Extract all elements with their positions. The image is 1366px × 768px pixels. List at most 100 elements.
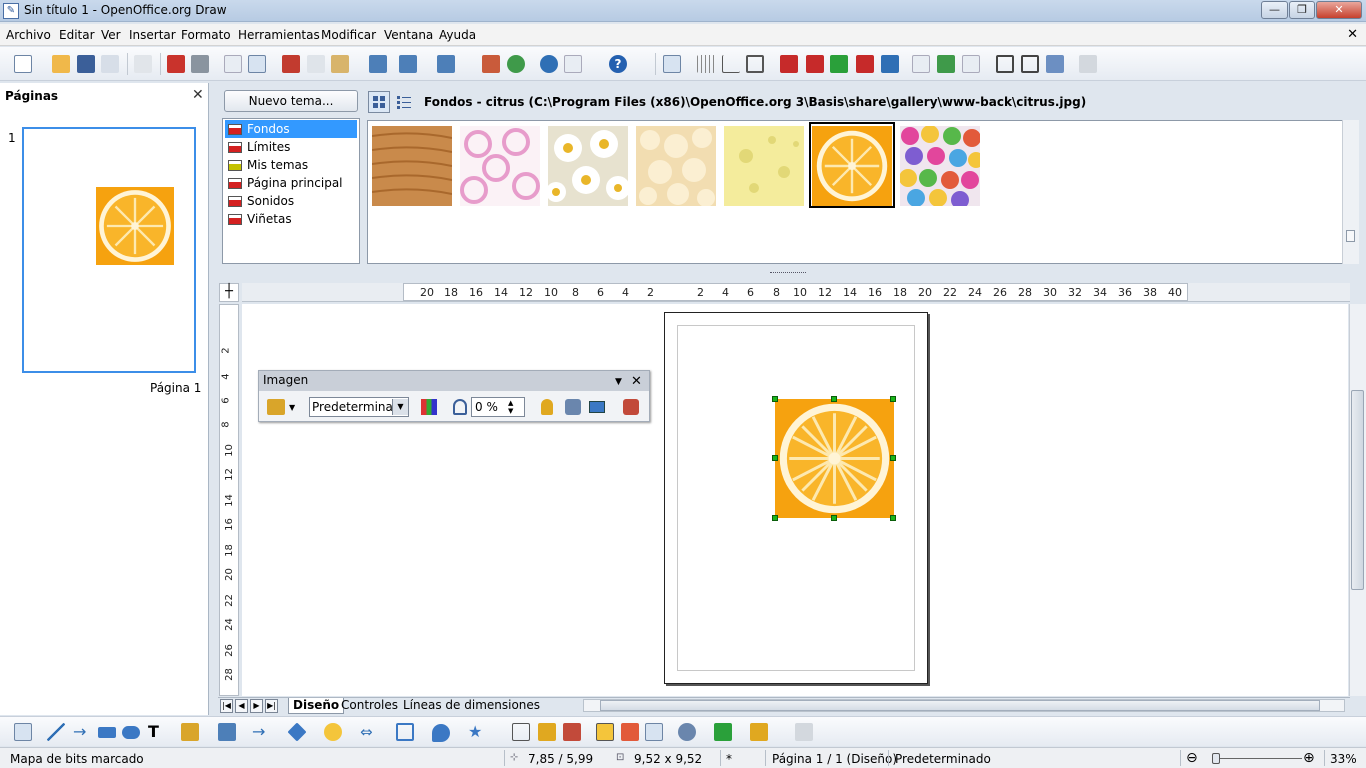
horizontal-scrollbar-thumb[interactable] (600, 700, 1320, 711)
tab-diseno[interactable]: Diseño (288, 698, 345, 714)
gallery-thumb-daisies[interactable] (548, 126, 628, 206)
zoom-icon[interactable] (564, 55, 582, 73)
select-arrow-icon[interactable] (14, 723, 32, 741)
ellipse-tool-icon[interactable] (122, 726, 140, 739)
theme-sonidos[interactable]: Sonidos (225, 192, 357, 210)
rectangle-tool-icon[interactable] (98, 727, 116, 738)
tab-lineas-dimensiones[interactable]: Líneas de dimensiones (399, 698, 544, 714)
page-thumbnail[interactable] (22, 127, 196, 373)
stars-icon[interactable]: ★ (468, 723, 486, 741)
snap-lines-icon[interactable] (722, 55, 740, 73)
snap-margins-icon[interactable] (856, 55, 874, 73)
gallery-thumb-citrus[interactable] (812, 126, 892, 206)
save-icon[interactable] (77, 55, 95, 73)
zoom-slider-knob[interactable] (1212, 753, 1220, 764)
glue-points-icon[interactable] (1021, 55, 1039, 73)
text-abc-icon[interactable] (912, 55, 930, 73)
lines-arrows-icon[interactable]: → (252, 723, 270, 741)
effects-icon[interactable] (678, 723, 696, 741)
panel-splitter[interactable] (214, 271, 1366, 277)
resize-handle[interactable] (772, 396, 778, 402)
last-tab-icon[interactable]: ▶| (265, 699, 278, 713)
transparency-field[interactable]: 0 % ▲ ▼ (471, 397, 525, 417)
show-draw-functions-icon[interactable] (663, 55, 681, 73)
minimize-button[interactable]: — (1261, 1, 1288, 19)
color-icon[interactable] (421, 399, 437, 415)
navigator-icon[interactable] (540, 55, 558, 73)
gallery-thumb-cheese[interactable] (724, 126, 804, 206)
horizontal-ruler[interactable]: 20 18 16 14 12 10 8 6 4 2 2 4 6 8 10 12 … (242, 283, 1350, 302)
extrusion-icon[interactable] (795, 723, 813, 741)
snap-points-icon[interactable] (830, 55, 848, 73)
arrange-icon[interactable] (750, 723, 768, 741)
close-document-button[interactable]: ✕ (1347, 27, 1358, 42)
image-toolbar-title[interactable]: Imagen ▼ ✕ (259, 371, 649, 391)
open-folder-icon[interactable] (52, 55, 70, 73)
glue-points-draw-icon[interactable] (538, 723, 556, 741)
gallery-thumb-candy[interactable] (900, 126, 980, 206)
first-tab-icon[interactable]: |◀ (220, 699, 233, 713)
filter-icon[interactable] (267, 399, 285, 415)
resize-handle[interactable] (890, 515, 896, 521)
format-paintbrush-icon[interactable] (369, 55, 387, 73)
from-file-icon[interactable] (596, 723, 614, 741)
vertical-scrollbar-thumb[interactable] (1351, 390, 1364, 590)
next-tab-icon[interactable]: ▶ (250, 699, 263, 713)
snap-frame-icon[interactable] (806, 55, 824, 73)
detail-view-icon[interactable] (394, 91, 414, 113)
spellcheck-icon[interactable] (224, 55, 242, 73)
align-icon[interactable] (714, 723, 732, 741)
status-zoom[interactable]: 33% (1330, 752, 1357, 766)
line-tool-icon[interactable] (47, 723, 65, 741)
theme-fondos[interactable]: Fondos (225, 120, 357, 138)
resize-handle[interactable] (831, 396, 837, 402)
snap-object-icon[interactable] (881, 55, 899, 73)
text-tool-icon[interactable]: T (148, 723, 166, 741)
new-theme-button[interactable]: Nuevo tema... (224, 90, 358, 112)
theme-pagina-principal[interactable]: Página principal (225, 174, 357, 192)
chart-icon[interactable] (482, 55, 500, 73)
transform-icon[interactable] (1079, 55, 1097, 73)
callouts-icon[interactable] (432, 724, 450, 742)
menu-ayuda[interactable]: Ayuda (439, 28, 476, 42)
grid-icon[interactable] (697, 55, 715, 73)
crop-image-icon[interactable] (623, 399, 639, 415)
symbol-shapes-icon[interactable] (324, 723, 342, 741)
block-arrows-icon[interactable]: ⇔ (360, 723, 378, 741)
menu-ventana[interactable]: Ventana (384, 28, 433, 42)
graphics-mode-select[interactable]: Predeterminado ▼ (309, 397, 409, 417)
gallery-thumb-popcorn[interactable] (636, 126, 716, 206)
menu-formato[interactable]: Formato (181, 28, 231, 42)
chevron-down-icon[interactable]: ▼ (392, 399, 408, 415)
resize-handle[interactable] (772, 455, 778, 461)
tab-controles[interactable]: Controles (337, 698, 402, 714)
edit-points-icon[interactable] (996, 55, 1014, 73)
menu-insertar[interactable]: Insertar (129, 28, 176, 42)
close-toolbar-icon[interactable]: ✕ (631, 372, 642, 391)
connector-tool-icon[interactable] (218, 723, 236, 741)
helplines-icon[interactable] (746, 55, 764, 73)
snap-border-icon[interactable] (780, 55, 798, 73)
zoom-in-icon[interactable]: ⊕ (1303, 750, 1315, 766)
filter-dropdown-icon[interactable]: ▼ (289, 403, 295, 412)
menu-herramientas[interactable]: Herramientas (238, 28, 320, 42)
theme-vinetas[interactable]: Viñetas (225, 210, 357, 228)
status-modified[interactable]: * (726, 752, 732, 766)
arrow-line-icon[interactable]: → (73, 723, 91, 741)
prev-tab-icon[interactable]: ◀ (235, 699, 248, 713)
zoom-out-icon[interactable]: ⊖ (1186, 750, 1198, 766)
copy-icon[interactable] (307, 55, 325, 73)
close-window-button[interactable]: ✕ (1316, 1, 1362, 19)
redo-icon[interactable] (437, 55, 455, 73)
basic-shapes-icon[interactable] (287, 722, 307, 742)
line-icon[interactable] (541, 399, 553, 415)
gallery-thumb-rings[interactable] (460, 126, 540, 206)
new-document-icon[interactable] (14, 55, 32, 73)
fontwork-icon[interactable] (563, 723, 581, 741)
curve-tool-icon[interactable] (181, 723, 199, 741)
vertical-text-icon[interactable] (962, 55, 980, 73)
theme-mis-temas[interactable]: Mis temas (225, 156, 357, 174)
vertical-ruler[interactable]: 2 4 6 8 10 12 14 16 18 20 22 24 26 28 (219, 304, 239, 696)
menu-editar[interactable]: Editar (59, 28, 95, 42)
maximize-button[interactable]: ❐ (1289, 1, 1315, 19)
